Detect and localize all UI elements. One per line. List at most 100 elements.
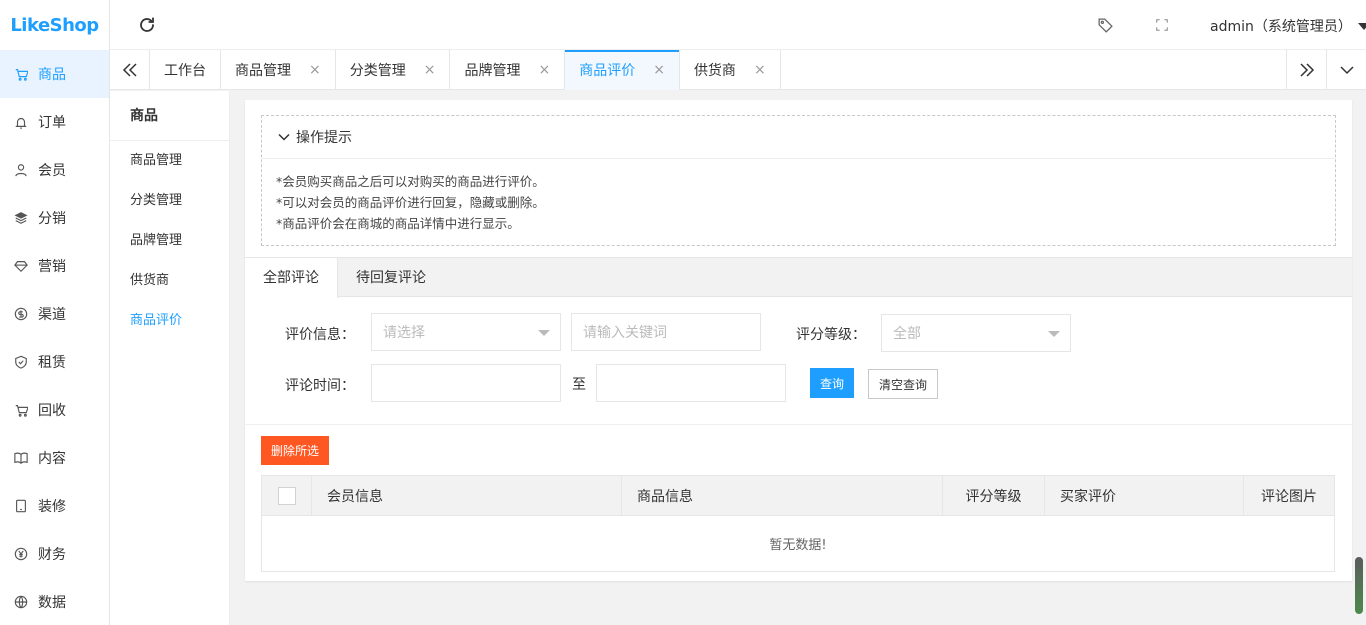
clear-search-button[interactable]: 清空查询 (868, 369, 938, 399)
yen-icon (14, 547, 28, 561)
time-label: 评论时间： (285, 378, 355, 394)
layers-icon (14, 211, 28, 225)
nav-item-label: 回收 (38, 403, 66, 419)
col-member-info: 会员信息 (312, 476, 622, 515)
main-content: 操作提示 *会员购买商品之后可以对购买的商品进行评价。 *可以对会员的商品评价进… (245, 100, 1352, 581)
bell-icon (14, 115, 28, 129)
nav-item-label: 财务 (38, 547, 66, 563)
close-icon[interactable]: × (309, 62, 321, 78)
tip-line: *可以对会员的商品评价进行回复，隐藏或删除。 (276, 195, 545, 210)
review-info-select[interactable]: 请选择 (371, 313, 561, 351)
nav-item-label: 营销 (38, 259, 66, 275)
nav-item[interactable]: 渠道 (0, 290, 109, 338)
main-sidebar: LikeShop 商品订单会员分销营销渠道租赁回收内容装修财务数据 (0, 0, 110, 625)
nav-item[interactable]: 营销 (0, 242, 109, 290)
nav-item-label: 商品 (38, 67, 66, 83)
rating-value: 全部 (893, 326, 921, 342)
shield-icon (14, 355, 28, 369)
chevron-down-icon (1339, 66, 1354, 75)
start-date-input[interactable] (371, 364, 561, 402)
tabs-prev-button[interactable] (110, 50, 150, 90)
nav-item[interactable]: 装修 (0, 482, 109, 530)
nav-item[interactable]: 会员 (0, 146, 109, 194)
delete-selected-button[interactable]: 删除所选 (261, 436, 329, 465)
nav-item[interactable]: 回收 (0, 386, 109, 434)
tab-bar: 工作台 商品管理 × 分类管理 × 品牌管理 × 商品评价 × 供货商 × (110, 50, 1366, 90)
user-menu[interactable]: admin（系统管理员） (1210, 16, 1366, 36)
nav-item[interactable]: 订单 (0, 98, 109, 146)
globe-icon (14, 595, 28, 609)
page-tab-label: 供货商 (693, 63, 736, 79)
nav-item-label: 数据 (38, 595, 66, 611)
subnav-title: 商品 (110, 91, 229, 141)
page-tab[interactable]: 品牌管理 × (450, 50, 566, 90)
nav-item[interactable]: 内容 (0, 434, 109, 482)
tablet-icon (14, 499, 28, 513)
caret-down-icon (1357, 22, 1366, 30)
subnav-item[interactable]: 供货商 (110, 261, 229, 301)
col-rating: 评分等级 (943, 476, 1045, 515)
logo: LikeShop (10, 14, 99, 36)
subnav-item[interactable]: 商品管理 (110, 141, 229, 181)
scrollbar[interactable] (1355, 557, 1363, 614)
close-icon[interactable]: × (424, 62, 436, 78)
nav-item-label: 内容 (38, 451, 66, 467)
subnav-item[interactable]: 商品评价 (110, 301, 229, 341)
nav-item-label: 装修 (38, 499, 66, 515)
book-icon (14, 451, 28, 465)
select-all-cell (262, 476, 312, 515)
nav-item-label: 会员 (38, 163, 66, 179)
tips-toggle[interactable]: 操作提示 (262, 116, 1335, 159)
fullscreen-icon[interactable] (1155, 18, 1169, 32)
page-tab[interactable]: 工作台 (150, 50, 221, 90)
col-product-info: 商品信息 (622, 476, 943, 515)
nav-item[interactable]: 租赁 (0, 338, 109, 386)
tip-line: *商品评价会在商城的商品详情中进行显示。 (276, 216, 520, 231)
search-button[interactable]: 查询 (810, 368, 854, 398)
diamond-icon (14, 259, 28, 273)
close-icon[interactable]: × (538, 62, 550, 78)
subnav-item[interactable]: 分类管理 (110, 181, 229, 221)
tag-icon[interactable] (1097, 17, 1114, 34)
nav-item[interactable]: 分销 (0, 194, 109, 242)
tips-title: 操作提示 (296, 130, 352, 146)
nav-item-label: 分销 (38, 211, 66, 227)
nav-item-label: 订单 (38, 115, 66, 131)
tabs-next-button[interactable] (1286, 50, 1326, 90)
page-tab[interactable]: 商品评价 × (565, 50, 680, 90)
nav-item[interactable]: 数据 (0, 578, 109, 625)
sub-sidebar: 商品 商品管理 分类管理 品牌管理 供货商 商品评价 (110, 91, 230, 625)
review-tabs: 全部评论 待回复评论 (245, 257, 1352, 298)
tips-panel: 操作提示 *会员购买商品之后可以对购买的商品进行评价。 *可以对会员的商品评价进… (261, 115, 1336, 246)
close-icon[interactable]: × (653, 62, 665, 78)
page-tab[interactable]: 供货商 × (680, 50, 781, 90)
end-date-input[interactable] (596, 364, 786, 402)
nav-item[interactable]: 商品 (0, 50, 109, 98)
user-icon (14, 163, 28, 177)
date-separator: 至 (572, 377, 586, 393)
user-name: admin（系统管理员） (1210, 19, 1352, 35)
page-tab-label: 商品管理 (235, 63, 291, 79)
dropdown-arrow-icon (538, 330, 550, 336)
page-tab[interactable]: 分类管理 × (336, 50, 451, 90)
col-buyer-review: 买家评价 (1045, 476, 1244, 515)
keyword-input[interactable]: 请输入关键词 (571, 313, 761, 351)
main-nav: 商品订单会员分销营销渠道租赁回收内容装修财务数据 (0, 50, 109, 625)
select-all-checkbox[interactable] (277, 486, 296, 505)
subnav-item[interactable]: 品牌管理 (110, 221, 229, 261)
nav-item[interactable]: 财务 (0, 530, 109, 578)
tips-body: *会员购买商品之后可以对购买的商品进行评价。 *可以对会员的商品评价进行回复，隐… (262, 159, 1335, 246)
review-tab[interactable]: 待回复评论 (338, 258, 444, 298)
refresh-icon[interactable] (138, 16, 156, 34)
cart-icon (14, 403, 28, 417)
page-tabs: 工作台 商品管理 × 分类管理 × 品牌管理 × 商品评价 × 供货商 × (150, 50, 781, 90)
page-tab-label: 商品评价 (579, 63, 636, 79)
tabs-menu-button[interactable] (1326, 50, 1366, 90)
nav-item-label: 租赁 (38, 355, 66, 371)
close-icon[interactable]: × (754, 62, 766, 78)
page-tab[interactable]: 商品管理 × (221, 50, 336, 90)
page-tab-label: 品牌管理 (464, 63, 521, 79)
nav-item-label: 渠道 (38, 307, 66, 323)
review-tab[interactable]: 全部评论 (245, 258, 338, 298)
rating-select[interactable]: 全部 (881, 314, 1071, 352)
